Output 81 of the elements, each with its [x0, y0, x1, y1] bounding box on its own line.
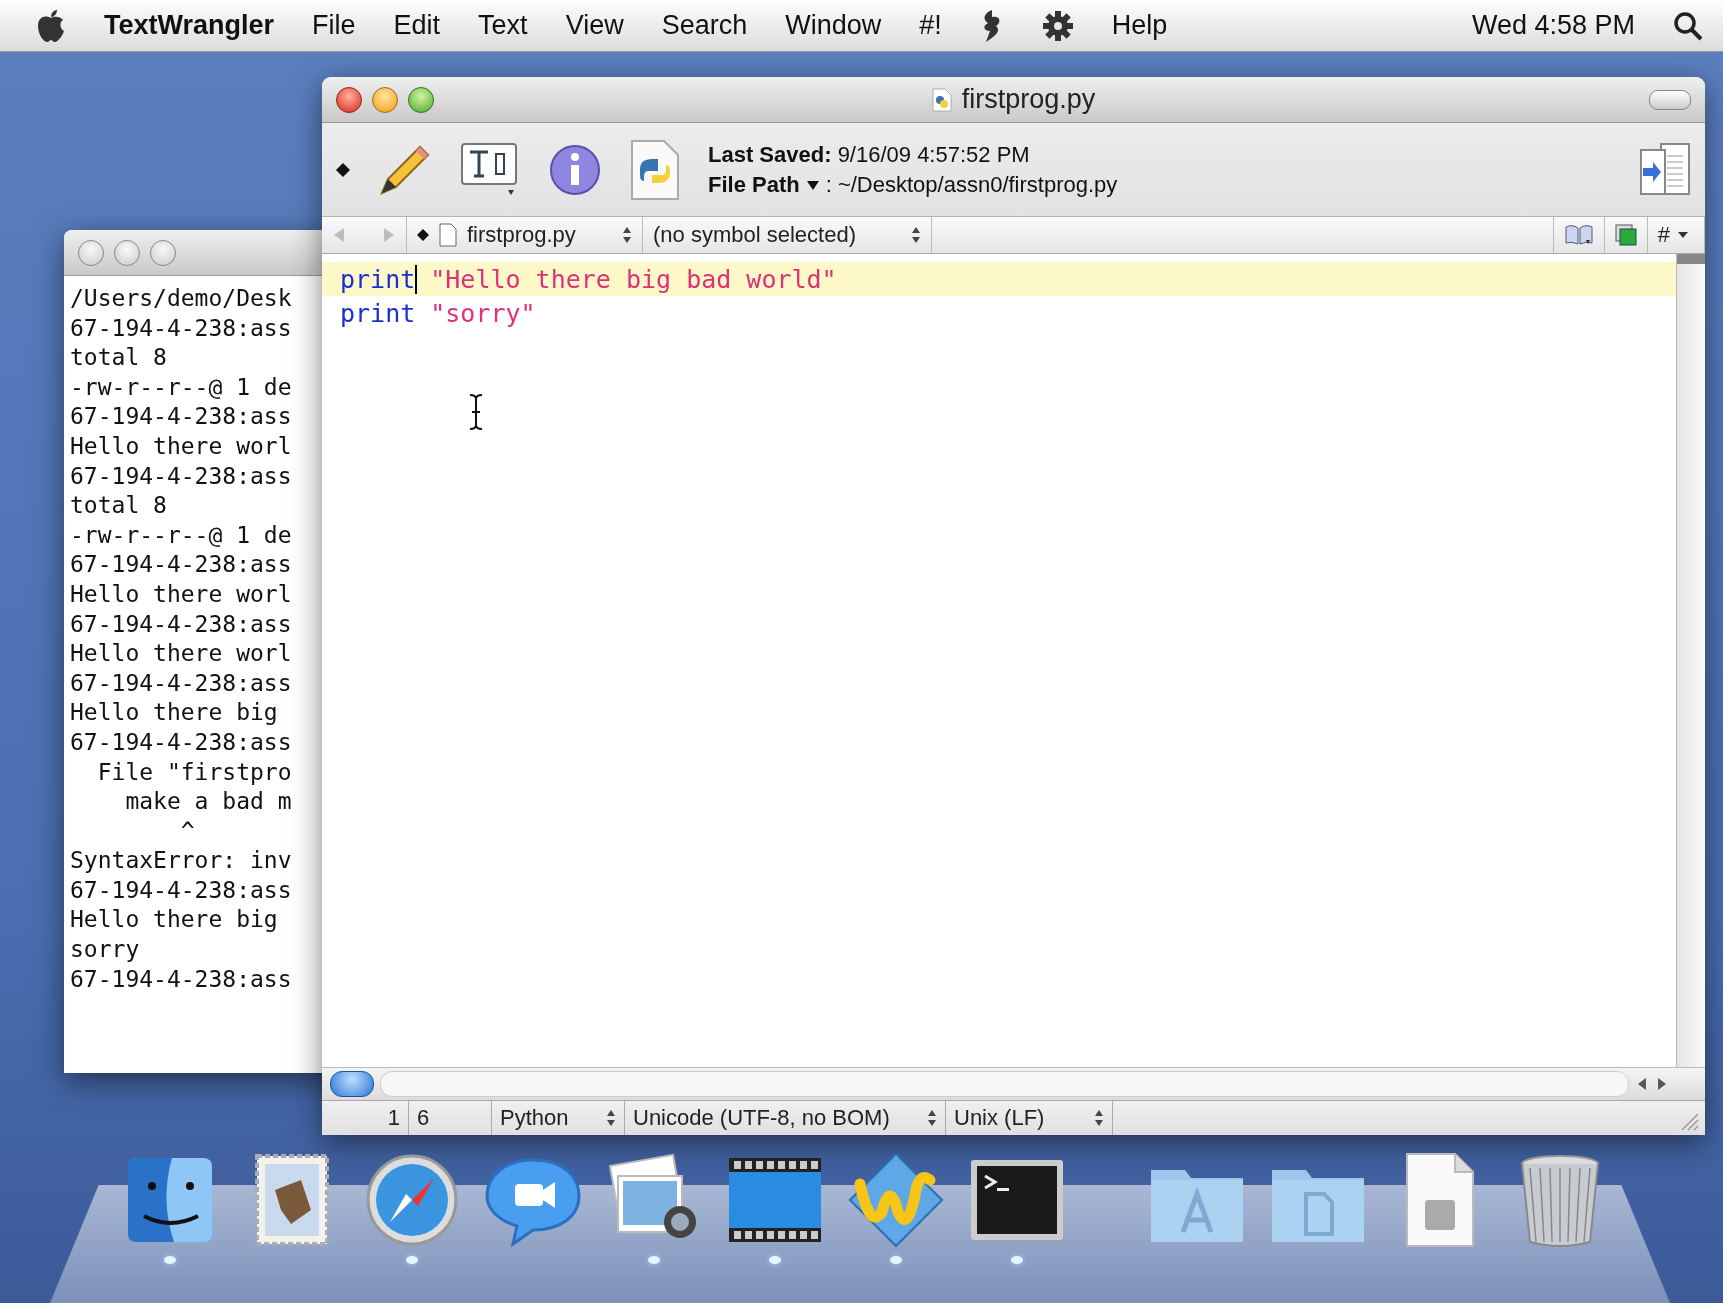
scroll-thumb[interactable]	[330, 1071, 374, 1097]
column-number[interactable]: 6	[409, 1101, 492, 1135]
menu-item[interactable]: File	[312, 10, 356, 41]
gear-icon[interactable]	[1041, 9, 1074, 42]
updown-arrows-icon	[911, 226, 921, 244]
zoom-button[interactable]	[408, 86, 434, 113]
terminal-line: 67-194-4-238:ass	[70, 609, 293, 639]
terminal-line: 67-194-4-238:ass	[70, 727, 293, 757]
window-title: firstprog.py	[961, 84, 1096, 115]
i-beam-cursor-icon	[468, 394, 484, 430]
symbol-popup[interactable]: (no symbol selected)	[643, 217, 932, 253]
language-popup[interactable]: Python	[492, 1101, 625, 1135]
diamond-icon	[417, 229, 429, 241]
line-number[interactable]: 1	[322, 1101, 409, 1135]
terminal-line: 67-194-4-238:ass	[70, 461, 293, 491]
terminal-line: Hello there worl	[70, 639, 293, 669]
terminal-line: 67-194-4-238:ass	[70, 964, 293, 994]
clock[interactable]: Wed 4:58 PM	[1471, 10, 1635, 41]
triangle-icon[interactable]	[805, 178, 820, 191]
file-path-menu[interactable]: File Path	[708, 171, 800, 198]
code-token: "sorry"	[430, 298, 536, 328]
terminal-line: Hello there big	[70, 905, 279, 935]
terminal-line: sorry	[70, 935, 141, 965]
menu-item[interactable]: Help	[1111, 10, 1168, 41]
menu-item[interactable]: View	[565, 10, 624, 41]
scroll-track[interactable]	[380, 1071, 1629, 1097]
apple-menu-icon[interactable]	[36, 8, 66, 43]
terminal-line: make a bad m	[124, 787, 293, 817]
minimize-button[interactable]	[114, 239, 140, 266]
menu-item[interactable]: Search	[661, 10, 748, 41]
code-token: "Hello there big bad world"	[430, 264, 837, 294]
last-saved-text: Last Saved: 9/16/09 4:57:52 PM	[708, 141, 1031, 168]
terminal-line: 67-194-4-238:ass	[70, 550, 293, 580]
app-menu[interactable]: TextWrangler	[104, 10, 275, 41]
search-icon[interactable]	[1673, 10, 1703, 41]
code-token: print	[340, 298, 416, 328]
info-icon[interactable]	[548, 142, 602, 197]
terminal-line: total 8	[70, 343, 168, 373]
vertical-scrollbar[interactable]	[1676, 254, 1705, 1067]
terminal-line: File "firstpro	[96, 757, 293, 787]
minimize-button[interactable]	[372, 86, 398, 113]
updown-arrows-icon	[622, 226, 632, 244]
close-button[interactable]	[336, 86, 362, 113]
counterpart-menu[interactable]: #	[1647, 217, 1705, 253]
updown-arrows-icon	[606, 1109, 616, 1127]
updown-arrows-icon	[1094, 1109, 1104, 1127]
document-icon	[439, 223, 457, 247]
terminal-line: total 8	[70, 491, 168, 521]
code-editor[interactable]: print "Hello there big bad world" print "sorry"	[322, 254, 1676, 1067]
menu-item[interactable]: Text	[478, 10, 528, 41]
terminal-line: 67-194-4-238:ass	[70, 668, 293, 698]
encoding-popup[interactable]: Unicode (UTF-8, no BOM)	[625, 1101, 946, 1135]
toolbar-toggle-button[interactable]	[1649, 89, 1691, 110]
line-endings-popup[interactable]: Unix (LF)	[946, 1101, 1113, 1135]
python-file-icon	[931, 87, 952, 112]
square-icon[interactable]	[1614, 224, 1637, 246]
terminal-line: -rw-r--r--@ 1 de	[70, 520, 293, 550]
terminal-line: 67-194-4-238:ass	[70, 313, 293, 343]
terminal-line: Hello there worl	[70, 431, 293, 461]
code-token: print	[340, 264, 416, 294]
terminal-line: -rw-r--r--@ 1 de	[70, 372, 293, 402]
menu-item[interactable]: Window	[785, 10, 882, 41]
terminal-line: ^	[179, 816, 196, 846]
terminal-line: 67-194-4-238:ass	[70, 402, 293, 432]
terminal-line: Hello there big	[70, 698, 279, 728]
book-icon[interactable]	[1563, 224, 1594, 246]
terminal-line: /Users/demo/Desk	[70, 284, 293, 313]
updown-arrows-icon	[927, 1109, 937, 1127]
terminal-line: SyntaxError: inv	[70, 846, 293, 876]
file-path: : ~/Desktop/assn0/firstprog.py	[825, 171, 1118, 198]
letter-w-icon[interactable]	[846, 1150, 946, 1250]
caret-icon	[1678, 231, 1688, 239]
menu-item[interactable]: #!	[919, 10, 942, 41]
terminal-line: 67-194-4-238:ass	[70, 875, 293, 905]
file-popup[interactable]: firstprog.py	[407, 217, 643, 253]
close-button[interactable]	[78, 239, 104, 266]
terminal-line: Hello there worl	[70, 579, 293, 609]
menu-item[interactable]: Edit	[393, 10, 441, 41]
python-document-icon[interactable]	[630, 138, 680, 201]
zoom-button[interactable]	[150, 239, 176, 266]
diamond-icon	[336, 162, 350, 177]
